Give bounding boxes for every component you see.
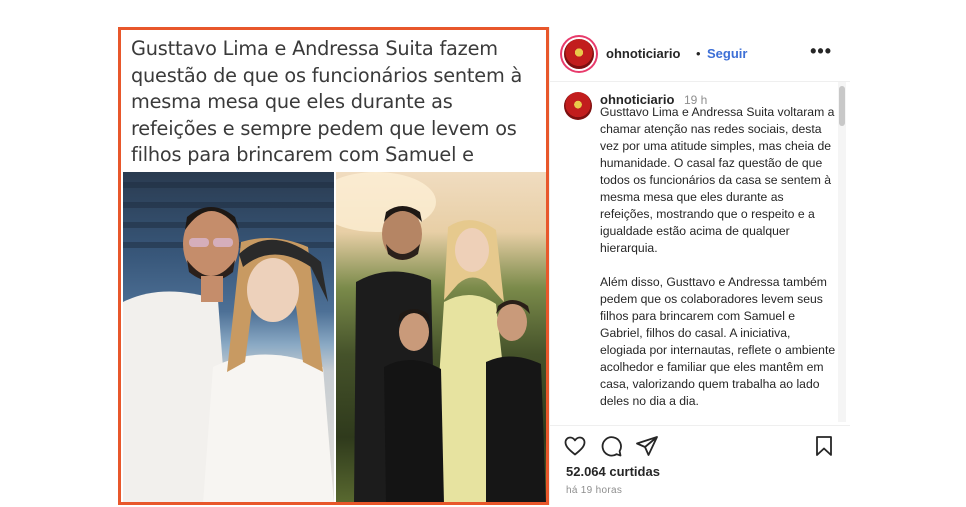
post-header: ohnoticiario • Seguir ••• — [550, 27, 850, 82]
bookmark-icon[interactable] — [812, 434, 836, 458]
couple-photo-illustration — [123, 182, 334, 502]
more-options-button[interactable]: ••• — [810, 41, 832, 62]
follow-button[interactable]: Seguir — [707, 46, 747, 61]
caption-area: ohnoticiario 19 h Gusttavo Lima e Andres… — [550, 82, 850, 422]
caption-avatar[interactable] — [564, 92, 592, 120]
post-sidebar: ohnoticiario • Seguir ••• ohnoticiario 1… — [549, 27, 850, 505]
post-image[interactable]: Gusttavo Lima e Andressa Suita fazem que… — [118, 27, 549, 505]
instagram-post: Gusttavo Lima e Andressa Suita fazem que… — [118, 27, 850, 505]
action-bar: 52.064 curtidas há 19 horas — [550, 425, 850, 505]
post-timestamp: há 19 horas — [566, 485, 623, 496]
separator-dot: • — [696, 46, 701, 61]
like-count[interactable]: 52.064 curtidas — [566, 464, 660, 479]
couple-photo — [123, 172, 334, 502]
caption-text: Gusttavo Lima e Andressa Suita voltaram … — [600, 105, 836, 408]
photo-collage — [121, 172, 546, 502]
family-photo — [336, 172, 546, 502]
family-photo-illustration — [336, 172, 546, 502]
caption-scrollbar[interactable] — [838, 82, 846, 422]
paper-plane-icon[interactable] — [635, 434, 659, 458]
profile-avatar[interactable] — [564, 39, 594, 69]
headline-text: Gusttavo Lima e Andressa Suita fazem que… — [131, 37, 523, 193]
comment-bubble-icon[interactable] — [599, 434, 623, 458]
scrollbar-thumb[interactable] — [839, 86, 845, 126]
heart-outline-icon[interactable] — [563, 434, 587, 458]
header-username[interactable]: ohnoticiario — [606, 46, 680, 61]
